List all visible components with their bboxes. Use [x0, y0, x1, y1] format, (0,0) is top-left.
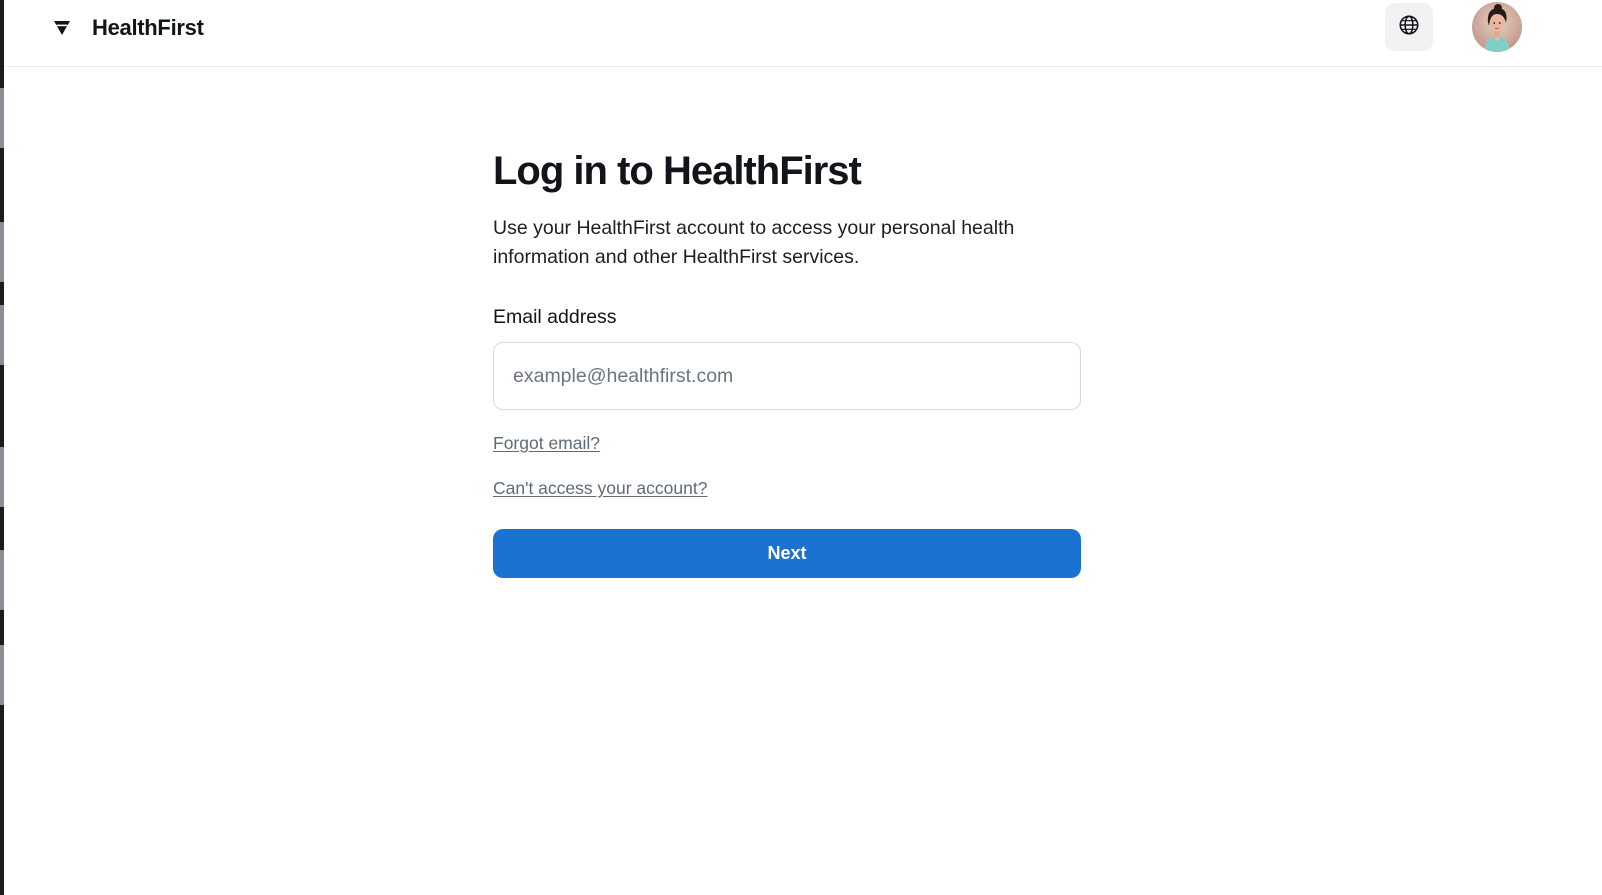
- globe-icon: [1398, 14, 1420, 41]
- login-form: Log in to HealthFirst Use your HealthFir…: [493, 140, 1093, 578]
- page-title: Log in to HealthFirst: [493, 149, 862, 193]
- help-links: Forgot email? Can't access your account?: [493, 410, 1093, 499]
- down-triangle-logo-icon: [52, 18, 72, 38]
- language-button[interactable]: [1385, 3, 1433, 51]
- cant-access-account-link[interactable]: Can't access your account?: [493, 477, 1093, 499]
- next-button[interactable]: Next: [493, 529, 1081, 578]
- email-field[interactable]: [493, 342, 1081, 410]
- email-label: Email address: [493, 306, 617, 328]
- brand-name: HealthFirst: [92, 15, 204, 40]
- login-page: HealthFirst Log in to HealthFirst Use yo…: [4, 0, 1602, 895]
- user-avatar[interactable]: [1472, 2, 1522, 52]
- top-navigation-bar: HealthFirst: [4, 0, 1602, 67]
- page-subtitle: Use your HealthFirst account to access y…: [493, 217, 1015, 268]
- brand[interactable]: HealthFirst: [52, 12, 204, 44]
- forgot-email-link[interactable]: Forgot email?: [493, 432, 1093, 454]
